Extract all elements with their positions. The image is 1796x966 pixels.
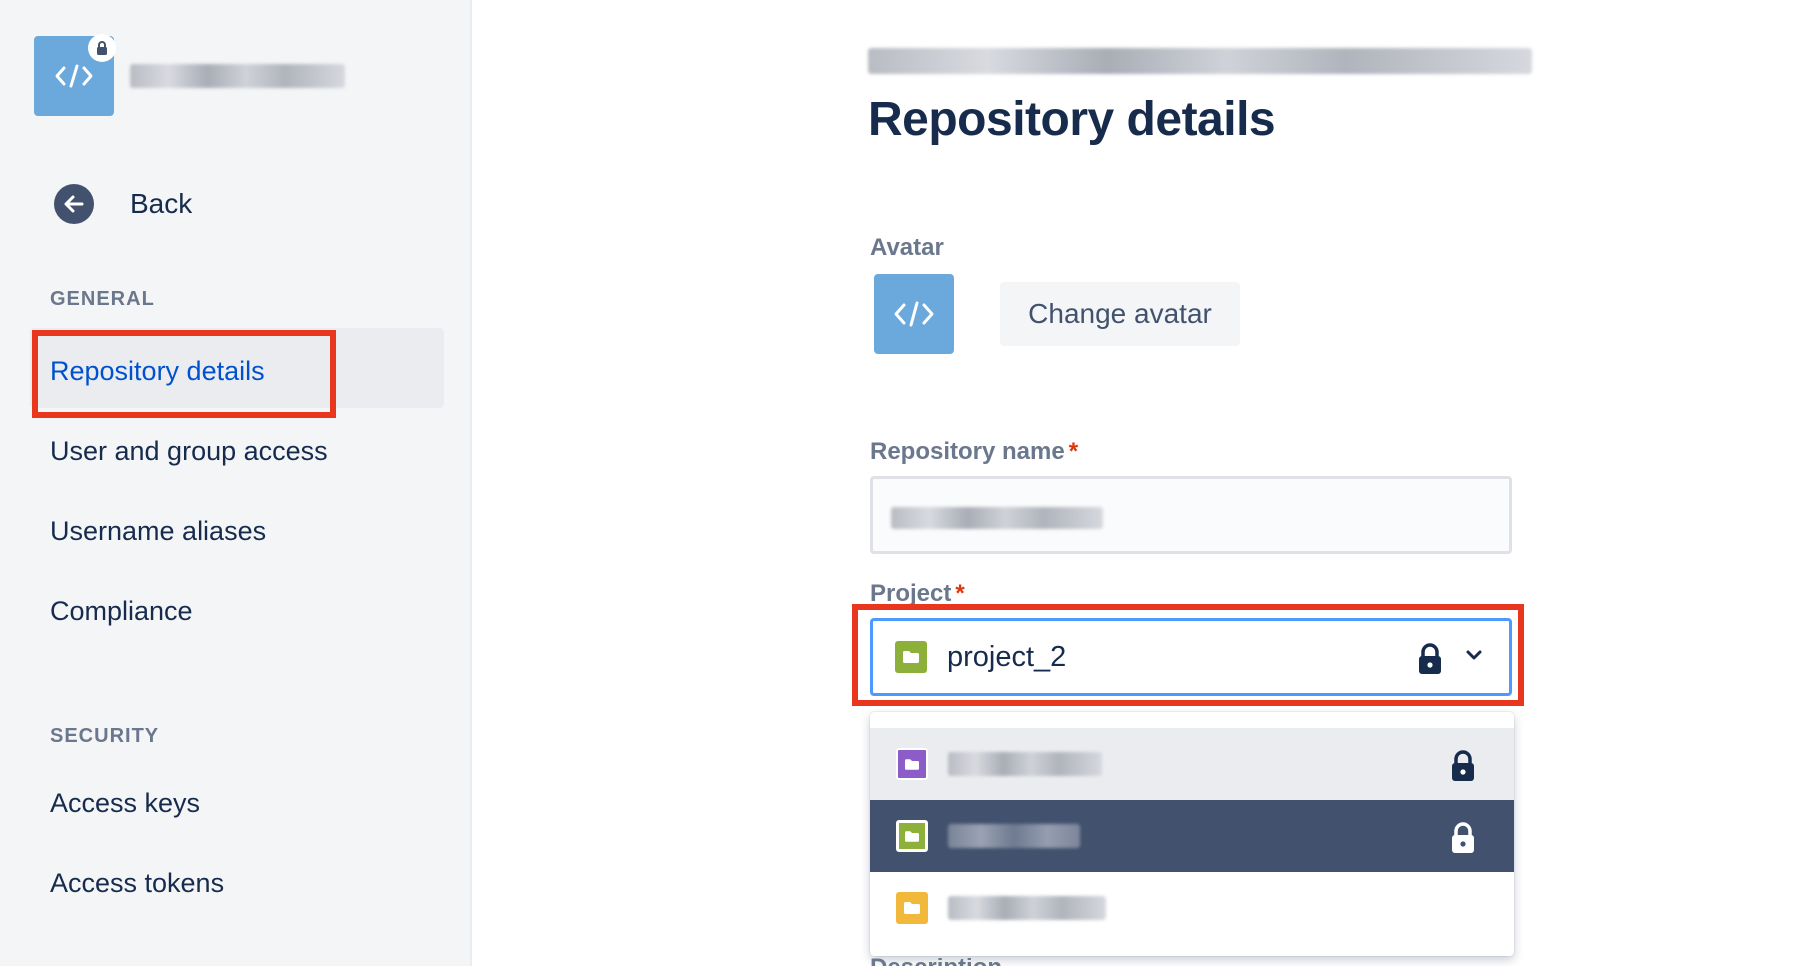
back-circle	[54, 184, 94, 224]
section-general: GENERAL	[50, 288, 155, 310]
back-button[interactable]: Back	[54, 184, 192, 224]
project-label: Project *	[870, 580, 965, 608]
breadcrumb-redacted	[868, 48, 1532, 74]
required-mark: *	[1068, 438, 1079, 465]
project-label-text: Project	[870, 580, 952, 607]
folder-icon	[905, 830, 919, 842]
project-icon	[896, 892, 928, 924]
lock-icon	[97, 41, 107, 55]
sidebar-item-compliance[interactable]: Compliance	[50, 596, 193, 627]
sidebar-item-repository-details[interactable]: Repository details	[50, 356, 265, 387]
repository-name-input[interactable]	[870, 476, 1512, 554]
project-option-name-redacted	[948, 752, 1102, 776]
project-option-selected[interactable]	[870, 800, 1514, 872]
sidebar-item-access-keys[interactable]: Access keys	[50, 788, 200, 819]
arrow-left-icon	[64, 195, 84, 213]
project-icon	[895, 641, 927, 673]
project-option-name-redacted	[948, 824, 1080, 848]
section-security: SECURITY	[50, 725, 160, 747]
repository-name-label-text: Repository name	[870, 438, 1065, 465]
project-option[interactable]	[870, 872, 1514, 944]
project-option[interactable]	[870, 728, 1514, 800]
required-mark: *	[955, 580, 965, 607]
repository-name-label: Repository name *	[870, 438, 1078, 466]
sidebar-item-username-aliases[interactable]: Username aliases	[50, 516, 266, 547]
code-icon	[55, 64, 93, 88]
lock-icon	[1452, 822, 1474, 853]
project-dropdown-menu	[870, 712, 1514, 956]
repository-name-value-redacted	[891, 507, 1103, 529]
project-icon	[896, 748, 928, 780]
folder-icon	[904, 902, 920, 914]
project-option-name-redacted	[948, 896, 1106, 920]
back-label: Back	[130, 188, 193, 219]
chevron-down-icon[interactable]	[1465, 649, 1483, 661]
sidebar: Back GENERAL Repository details User and…	[0, 0, 472, 966]
avatar-label: Avatar	[870, 234, 944, 261]
repo-name-redacted	[130, 64, 345, 88]
project-icon	[896, 820, 928, 852]
private-lock-badge	[88, 34, 116, 62]
code-icon	[894, 301, 934, 327]
folder-icon	[905, 758, 919, 770]
change-avatar-button[interactable]: Change avatar	[1000, 282, 1240, 346]
lock-icon	[1419, 643, 1441, 674]
sidebar-item-access-tokens[interactable]: Access tokens	[50, 868, 224, 899]
folder-icon	[903, 651, 919, 663]
lock-icon	[1452, 750, 1474, 781]
repository-avatar	[874, 274, 954, 354]
project-select[interactable]: project_2	[870, 618, 1512, 696]
page-title: Repository details	[868, 93, 1276, 146]
project-select-value: project_2	[947, 640, 1067, 673]
description-label-partial: Description	[870, 958, 1002, 966]
sidebar-item-user-and-group-access[interactable]: User and group access	[50, 436, 328, 467]
